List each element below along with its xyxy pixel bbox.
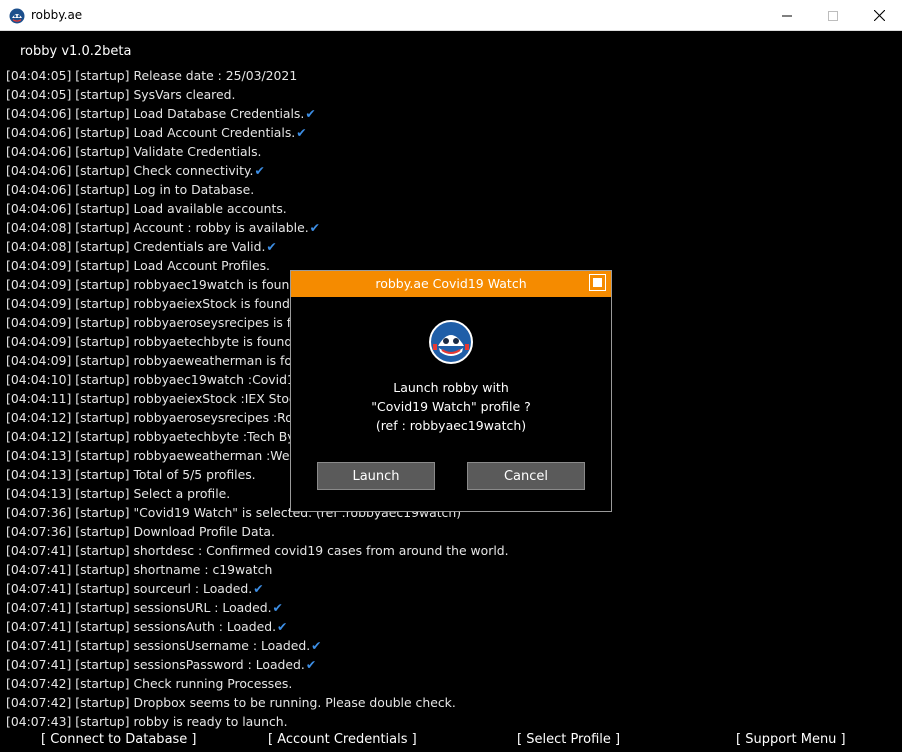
- dialog-message-line: Launch robby with: [393, 380, 509, 395]
- checkmark-icon: ✔: [309, 220, 321, 235]
- log-line-text: [04:07:41] [startup] sessionsPassword : …: [6, 657, 305, 672]
- log-line-text: [04:07:41] [startup] shortname : c19watc…: [6, 562, 273, 577]
- log-line: [04:07:41] [startup] sourceurl : Loaded.…: [6, 579, 896, 598]
- log-line-text: [04:04:09] [startup] robbyaetechbyte is …: [6, 334, 297, 349]
- log-line-text: [04:07:41] [startup] sessionsURL : Loade…: [6, 600, 272, 615]
- robby-logo-icon: [429, 320, 473, 364]
- log-line: [04:04:05] [startup] Release date : 25/0…: [6, 66, 896, 85]
- checkmark-icon: ✔: [254, 163, 265, 178]
- log-line-text: [04:07:36] [startup] Download Profile Da…: [6, 524, 275, 539]
- log-line: [04:04:08] [startup] Account : robby is …: [6, 218, 896, 237]
- checkmark-icon: ✔: [311, 638, 322, 653]
- log-line-text: [04:04:12] [startup] robbyaetechbyte :Te…: [6, 429, 300, 444]
- log-line-text: [04:04:08] [startup] Credentials are Val…: [6, 239, 266, 254]
- checkmark-icon: ✔: [277, 619, 288, 634]
- maximize-icon: [828, 10, 838, 21]
- checkmark-icon: ✔: [253, 581, 264, 596]
- log-line-text: [04:07:41] [startup] sessionsAuth : Load…: [6, 619, 277, 634]
- select-profile-menu-item[interactable]: [ Select Profile ]: [517, 732, 620, 747]
- close-icon: [873, 10, 885, 21]
- log-line-text: [04:04:10] [startup] robbyaec19watch :Co…: [6, 372, 303, 387]
- log-line-text: [04:07:42] [startup] Check running Proce…: [6, 676, 293, 691]
- log-line: [04:04:05] [startup] SysVars cleared.: [6, 85, 896, 104]
- log-line: [04:04:08] [startup] Credentials are Val…: [6, 237, 896, 256]
- maximize-button[interactable]: [810, 0, 856, 31]
- log-line: [04:04:06] [startup] Load Database Crede…: [6, 104, 896, 123]
- log-line-text: [04:04:13] [startup] Total of 5/5 profil…: [6, 467, 256, 482]
- log-line: [04:07:41] [startup] shortname : c19watc…: [6, 560, 896, 579]
- checkmark-icon: ✔: [296, 125, 307, 140]
- log-line-text: [04:07:43] [startup] robby is ready to l…: [6, 714, 288, 729]
- window-titlebar: robby.ae: [0, 0, 902, 31]
- log-line: [04:07:41] [startup] shortdesc : Confirm…: [6, 541, 896, 560]
- log-line-text: [04:04:09] [startup] robbyaeiexStock is …: [6, 296, 294, 311]
- log-line-text: [04:04:12] [startup] robbyaeroseysrecipe…: [6, 410, 307, 425]
- log-line-text: [04:04:05] [startup] Release date : 25/0…: [6, 68, 298, 83]
- log-line-text: [04:04:13] [startup] robbyaeweatherman :…: [6, 448, 302, 463]
- log-line: [04:07:41] [startup] sessionsPassword : …: [6, 655, 896, 674]
- log-line: [04:07:42] [startup] Check running Proce…: [6, 674, 896, 693]
- minimize-icon: [782, 15, 792, 16]
- log-line: [04:07:43] [startup] robby is ready to l…: [6, 712, 896, 731]
- robby-logo-icon: [9, 8, 25, 24]
- log-line: [04:07:41] [startup] sessionsUsername : …: [6, 636, 896, 655]
- log-line-text: [04:04:06] [startup] Load Account Creden…: [6, 125, 296, 140]
- minimize-button[interactable]: [764, 0, 810, 31]
- window-title: robby.ae: [31, 8, 83, 22]
- dialog-header: robby.ae Covid19 Watch: [291, 271, 611, 297]
- log-line-text: [04:04:09] [startup] Load Account Profil…: [6, 258, 270, 273]
- log-line: [04:07:41] [startup] sessionsURL : Loade…: [6, 598, 896, 617]
- checkmark-icon: ✔: [272, 600, 283, 615]
- log-line: [04:07:41] [startup] sessionsAuth : Load…: [6, 617, 896, 636]
- log-line-text: [04:04:09] [startup] robbyaec19watch is …: [6, 277, 302, 292]
- log-line: [04:04:06] [startup] Load Account Creden…: [6, 123, 896, 142]
- log-line-text: [04:04:06] [startup] Log in to Database.: [6, 182, 255, 197]
- connect-database-menu-item[interactable]: [ Connect to Database ]: [41, 732, 197, 747]
- log-line-text: [04:04:11] [startup] robbyaeiexStock :IE…: [6, 391, 303, 406]
- account-credentials-menu-item[interactable]: [ Account Credentials ]: [268, 732, 417, 747]
- log-line-text: [04:07:41] [startup] shortdesc : Confirm…: [6, 543, 509, 558]
- launch-dialog: robby.ae Covid19 Watch Launch robby with…: [290, 270, 612, 512]
- log-line: [04:07:36] [startup] Download Profile Da…: [6, 522, 896, 541]
- log-line-text: [04:04:05] [startup] SysVars cleared.: [6, 87, 236, 102]
- version-label: robby v1.0.2beta: [20, 44, 132, 59]
- log-line-text: [04:04:06] [startup] Load available acco…: [6, 201, 287, 216]
- support-menu-item[interactable]: [ Support Menu ]: [736, 732, 846, 747]
- log-line-text: [04:04:08] [startup] Account : robby is …: [6, 220, 309, 235]
- dialog-close-button[interactable]: [589, 274, 606, 291]
- log-line-text: [04:04:13] [startup] Select a profile.: [6, 486, 231, 501]
- log-line-text: [04:04:09] [startup] robbyaeroseysrecipe…: [6, 315, 307, 330]
- log-line: [04:04:06] [startup] Check connectivity.…: [6, 161, 896, 180]
- checkmark-icon: ✔: [305, 106, 316, 121]
- log-line-text: [04:07:41] [startup] sourceurl : Loaded.: [6, 581, 253, 596]
- log-line: [04:04:06] [startup] Validate Credential…: [6, 142, 896, 161]
- bottom-menu: [ Connect to Database ] [ Account Creden…: [0, 731, 902, 752]
- log-line-text: [04:04:06] [startup] Validate Credential…: [6, 144, 262, 159]
- log-line-text: [04:04:06] [startup] Load Database Crede…: [6, 106, 305, 121]
- log-line-text: [04:04:09] [startup] robbyaeweatherman i…: [6, 353, 300, 368]
- log-line: [04:04:06] [startup] Log in to Database.: [6, 180, 896, 199]
- dialog-message-line: (ref : robbyaec19watch): [375, 418, 527, 433]
- log-line-text: [04:07:41] [startup] sessionsUsername : …: [6, 638, 311, 653]
- dialog-title: robby.ae Covid19 Watch: [375, 276, 527, 291]
- log-line-text: [04:04:06] [startup] Check connectivity.: [6, 163, 254, 178]
- checkmark-icon: ✔: [305, 657, 317, 672]
- dialog-message: Launch robby with "Covid19 Watch" profil…: [291, 378, 611, 435]
- cancel-button[interactable]: Cancel: [467, 462, 585, 490]
- log-line: [04:07:42] [startup] Dropbox seems to be…: [6, 693, 896, 712]
- launch-button[interactable]: Launch: [317, 462, 435, 490]
- log-line: [04:04:06] [startup] Load available acco…: [6, 199, 896, 218]
- dialog-message-line: "Covid19 Watch" profile ?: [371, 399, 531, 414]
- close-square-icon: [593, 278, 602, 287]
- close-button[interactable]: [856, 0, 902, 31]
- log-line-text: [04:07:42] [startup] Dropbox seems to be…: [6, 695, 456, 710]
- checkmark-icon: ✔: [266, 239, 277, 254]
